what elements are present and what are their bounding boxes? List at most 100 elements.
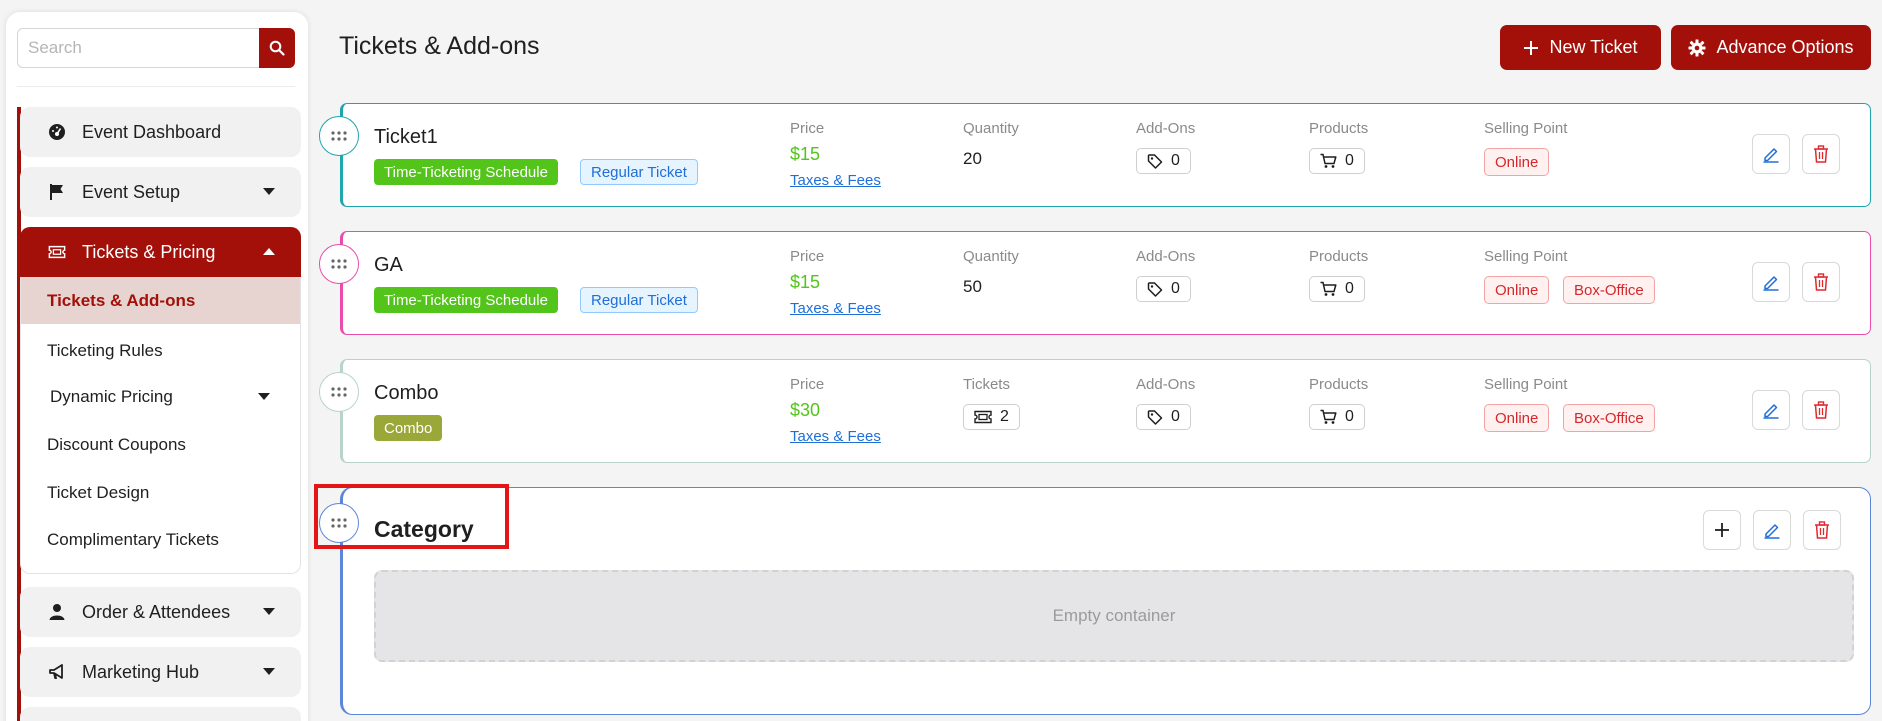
taxes-fees-link[interactable]: Taxes & Fees xyxy=(790,300,881,317)
schedule-tag: Time-Ticketing Schedule xyxy=(374,159,558,185)
button-label: New Ticket xyxy=(1549,37,1638,57)
addons-label: Add-Ons xyxy=(1136,120,1196,137)
tickets-label: Tickets xyxy=(963,376,1010,393)
plus-icon xyxy=(1715,523,1729,537)
delete-category-button[interactable] xyxy=(1803,510,1841,550)
user-icon xyxy=(48,603,66,621)
ticket-card-ticket1[interactable]: Ticket1 Time-Ticketing Schedule Regular … xyxy=(340,103,1871,207)
page-title: Tickets & Add-ons xyxy=(339,32,540,60)
flag-icon xyxy=(48,183,66,201)
submenu-label: Ticketing Rules xyxy=(47,341,163,360)
ticket-price: $15 xyxy=(790,144,821,164)
ticket-price: $15 xyxy=(790,272,821,292)
addons-label: Add-Ons xyxy=(1136,248,1196,265)
tickets-count: 2 xyxy=(1000,408,1009,425)
addons-count-badge[interactable]: 0 xyxy=(1136,148,1191,174)
sidebar-item-label: Event Dashboard xyxy=(82,121,222,142)
sidebar-item-tickets-pricing[interactable]: Tickets & Pricing xyxy=(20,227,301,277)
edit-button[interactable] xyxy=(1752,390,1790,430)
empty-drop-zone[interactable]: Empty container xyxy=(374,570,1854,662)
new-ticket-button[interactable]: New Ticket xyxy=(1500,25,1661,70)
edit-icon xyxy=(1763,276,1779,291)
schedule-tag: Time-Ticketing Schedule xyxy=(374,287,558,313)
sidebar-item-label: Event Setup xyxy=(82,181,181,202)
products-count-badge[interactable]: 0 xyxy=(1309,148,1365,174)
edit-button[interactable] xyxy=(1752,262,1790,302)
selling-point-label: Selling Point xyxy=(1484,120,1568,137)
taxes-fees-link[interactable]: Taxes & Fees xyxy=(790,172,881,189)
tag-icon xyxy=(1147,154,1163,169)
addons-count-badge[interactable]: 0 xyxy=(1136,404,1191,430)
cart-icon xyxy=(1320,281,1337,296)
drag-handle[interactable] xyxy=(319,503,359,543)
products-count: 0 xyxy=(1345,408,1354,425)
add-to-category-button[interactable] xyxy=(1703,510,1741,550)
trash-icon xyxy=(1814,145,1828,163)
delete-button[interactable] xyxy=(1802,390,1840,430)
drag-handle[interactable] xyxy=(319,244,359,284)
price-label: Price xyxy=(790,248,825,265)
tag-icon xyxy=(1147,410,1163,425)
ticket-icon xyxy=(974,410,992,424)
edit-icon xyxy=(1763,148,1779,163)
dashboard-icon xyxy=(48,123,66,141)
sidebar-divider xyxy=(17,86,295,87)
selling-point-box-office: Box-Office xyxy=(1563,276,1655,304)
cart-icon xyxy=(1320,153,1337,168)
megaphone-icon xyxy=(48,663,66,681)
submenu-item-complimentary-tickets[interactable]: Complimentary Tickets xyxy=(21,525,300,555)
submenu-item-discount-coupons[interactable]: Discount Coupons xyxy=(21,430,300,460)
addons-count-badge[interactable]: 0 xyxy=(1136,276,1191,302)
price-label: Price xyxy=(790,120,825,137)
sidebar-item-marketing-hub[interactable]: Marketing Hub xyxy=(20,647,301,697)
edit-button[interactable] xyxy=(1752,134,1790,174)
ticket-name: Combo xyxy=(374,382,439,404)
submenu-item-dynamic-pricing[interactable]: Dynamic Pricing xyxy=(21,382,300,412)
selling-point-online: Online xyxy=(1484,404,1550,432)
delete-button[interactable] xyxy=(1802,134,1840,174)
search-icon xyxy=(269,40,285,56)
sidebar: Event Dashboard Event Setup Tickets & Pr… xyxy=(6,12,308,721)
addons-count: 0 xyxy=(1171,152,1180,169)
advance-options-button[interactable]: Advance Options xyxy=(1671,25,1871,70)
ticket-card-combo[interactable]: Combo Combo Price $30 Taxes & Fees Ticke… xyxy=(340,359,1871,463)
submenu-item-ticket-design[interactable]: Ticket Design xyxy=(21,478,300,508)
ticket-type-tag: Regular Ticket xyxy=(580,287,698,313)
drag-handle[interactable] xyxy=(319,116,359,156)
selling-point-box-office: Box-Office xyxy=(1563,404,1655,432)
submenu-label: Discount Coupons xyxy=(47,435,186,454)
submenu-item-ticketing-rules[interactable]: Ticketing Rules xyxy=(21,336,300,366)
ticket-type-tag: Regular Ticket xyxy=(580,159,698,185)
ticket-price: $30 xyxy=(790,400,821,420)
submenu-label: Ticket Design xyxy=(47,483,150,502)
addons-count: 0 xyxy=(1171,408,1180,425)
sidebar-item-label: Order & Attendees xyxy=(82,601,231,622)
products-label: Products xyxy=(1309,376,1369,393)
search-button[interactable] xyxy=(259,28,295,68)
sidebar-item-label: Tickets & Pricing xyxy=(82,241,216,262)
drag-handle[interactable] xyxy=(319,372,359,412)
edit-category-button[interactable] xyxy=(1753,510,1791,550)
sidebar-item-event-dashboard[interactable]: Event Dashboard xyxy=(20,107,301,157)
sidebar-item-label: Marketing Hub xyxy=(82,661,200,682)
delete-button[interactable] xyxy=(1802,262,1840,302)
selling-point-label: Selling Point xyxy=(1484,376,1568,393)
grip-dots-icon xyxy=(331,259,347,269)
sidebar-item-more[interactable] xyxy=(20,707,301,721)
products-label: Products xyxy=(1309,120,1369,137)
quantity-label: Quantity xyxy=(963,120,1019,137)
sidebar-item-order-attendees[interactable]: Order & Attendees xyxy=(20,587,301,637)
sidebar-search xyxy=(17,28,295,68)
products-count-badge[interactable]: 0 xyxy=(1309,276,1365,302)
category-container[interactable]: Category Empty container xyxy=(340,487,1871,715)
submenu-item-tickets-addons[interactable]: Tickets & Add-ons xyxy=(21,277,300,324)
taxes-fees-link[interactable]: Taxes & Fees xyxy=(790,428,881,445)
products-count-badge[interactable]: 0 xyxy=(1309,404,1365,430)
ticket-quantity: 20 xyxy=(963,149,982,168)
search-input[interactable] xyxy=(17,28,259,68)
grip-dots-icon xyxy=(331,131,347,141)
tickets-count-badge[interactable]: 2 xyxy=(963,404,1020,430)
tag-icon xyxy=(1147,282,1163,297)
ticket-card-ga[interactable]: GA Time-Ticketing Schedule Regular Ticke… xyxy=(340,231,1871,335)
sidebar-item-event-setup[interactable]: Event Setup xyxy=(20,167,301,217)
